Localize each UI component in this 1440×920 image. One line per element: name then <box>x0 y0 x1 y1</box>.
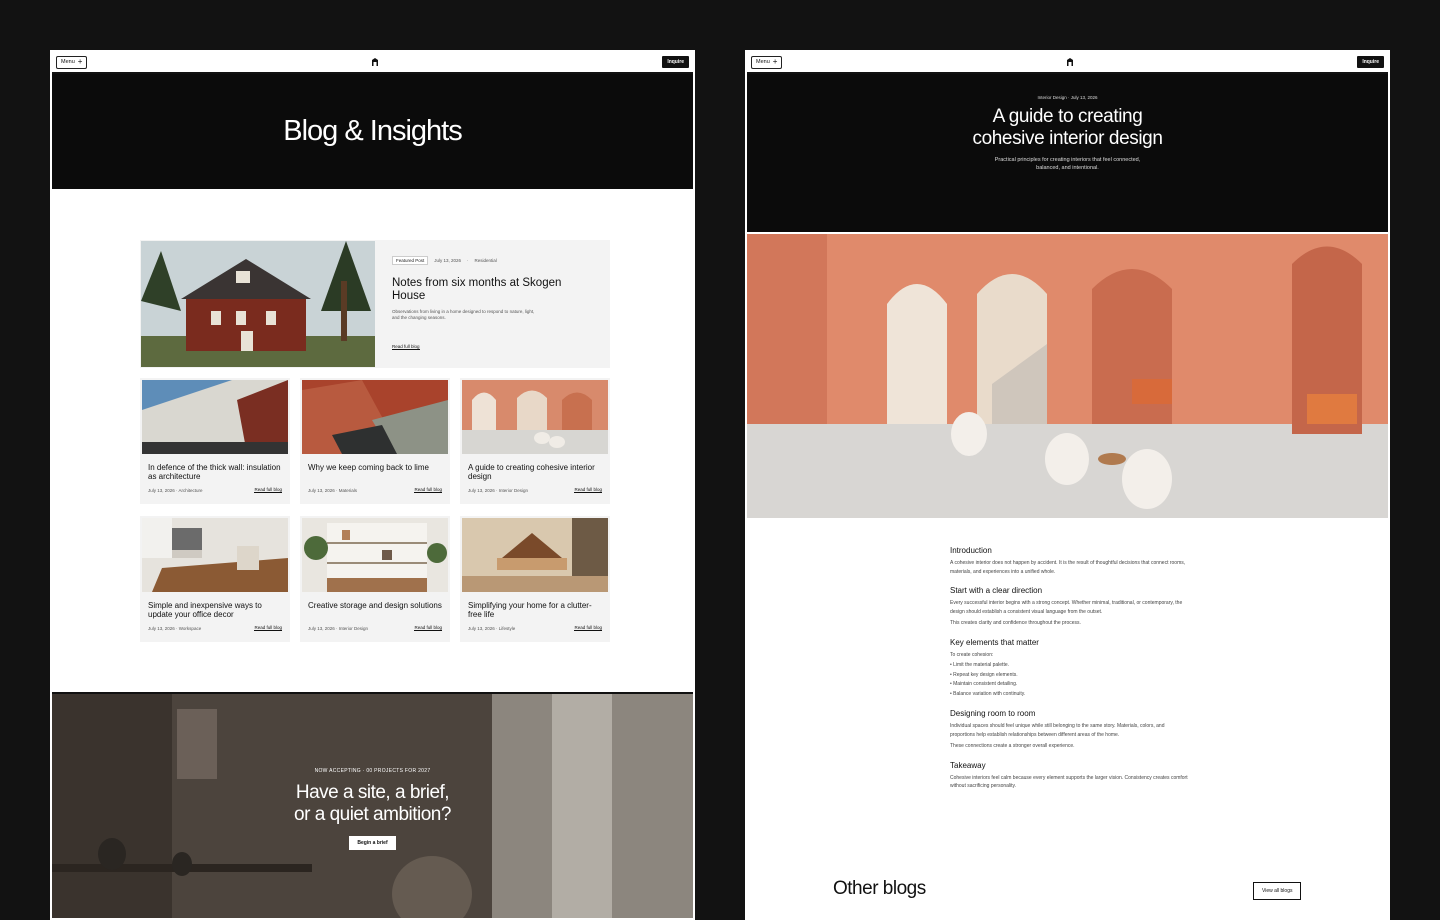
cta-title: Have a site, a brief, or a quiet ambition… <box>294 782 451 825</box>
menu-label: Menu <box>756 59 770 65</box>
key-elements-list: Limit the material palette. Repeat key d… <box>950 661 1190 699</box>
section-paragraph: These connections create a stronger over… <box>950 743 1075 749</box>
menu-button[interactable]: Menu + <box>751 55 783 69</box>
card-image[interactable] <box>142 518 288 592</box>
article-meta: Interior Design · July 13, 2026 <box>1037 95 1098 100</box>
section-paragraph: To create cohesion: <box>950 651 994 658</box>
featured-post[interactable]: Featured Post July 13, 2026 · Residentia… <box>140 240 610 368</box>
page-title: Blog & Insights <box>283 115 462 147</box>
card-title[interactable]: In defence of the thick wall: insulation… <box>140 454 290 487</box>
featured-badge: Featured Post <box>392 256 429 265</box>
featured-date: July 13, 2026 <box>434 258 462 263</box>
card-title[interactable]: Why we keep coming back to lime <box>300 454 450 487</box>
card-read-link[interactable]: Read full blog <box>414 625 442 631</box>
blog-card[interactable]: Why we keep coming back to lime July 13,… <box>300 378 450 504</box>
article-subtitle: Practical principles for creating interi… <box>994 157 1141 171</box>
logo-icon[interactable] <box>1065 57 1075 67</box>
card-meta: July 13, 2026 · Materials <box>308 487 358 493</box>
section-heading: Designing room to room <box>950 709 1036 718</box>
blog-card[interactable]: Simplifying your home for a clutter-free… <box>460 516 610 642</box>
begin-brief-button[interactable]: Begin a brief <box>349 836 396 850</box>
card-title[interactable]: Creative storage and design solutions <box>300 592 450 625</box>
list-item: Repeat key design elements. <box>950 671 1190 681</box>
card-read-link[interactable]: Read full blog <box>574 487 602 493</box>
card-read-link[interactable]: Read full blog <box>414 487 442 493</box>
inquire-button[interactable]: Inquire <box>1357 56 1384 68</box>
menu-button[interactable]: Menu + <box>56 55 88 69</box>
article-hero-image <box>747 234 1388 518</box>
card-meta: July 13, 2026 · Lifestyle <box>468 625 516 631</box>
blog-card[interactable]: In defence of the thick wall: insulation… <box>140 378 290 504</box>
cta-eyebrow: NOW ACCEPTING · 00 PROJECTS FOR 2027 <box>314 768 431 774</box>
blog-card[interactable]: Simple and inexpensive ways to update yo… <box>140 516 290 642</box>
logo-icon[interactable] <box>370 57 380 67</box>
blog-page-frame: Menu + Inquire Blog & Insights Featured … <box>50 50 695 920</box>
article-body: Introduction A cohesive interior does no… <box>950 546 1190 791</box>
card-image[interactable] <box>142 380 288 454</box>
cta-section: NOW ACCEPTING · 00 PROJECTS FOR 2027 Hav… <box>52 692 693 918</box>
blog-hero: Blog & Insights <box>52 74 693 189</box>
plus-icon: + <box>77 57 83 66</box>
list-item: Maintain consistent detailing. <box>950 680 1190 690</box>
plus-icon: + <box>772 57 778 66</box>
card-image[interactable] <box>462 380 608 454</box>
card-meta: July 13, 2026 · Workspace <box>148 625 202 631</box>
card-title[interactable]: Simplifying your home for a clutter-free… <box>460 592 610 625</box>
article-page-frame: Menu + Inquire Interior Design · July 13,… <box>745 50 1390 920</box>
blog-card[interactable]: A guide to creating cohesive interior de… <box>460 378 610 504</box>
list-item: Limit the material palette. <box>950 661 1190 671</box>
other-blogs-heading: Other blogs <box>833 878 926 899</box>
card-image[interactable] <box>302 518 448 592</box>
featured-excerpt: Observations from living in a home desig… <box>392 309 535 320</box>
featured-image[interactable] <box>141 241 375 367</box>
card-image[interactable] <box>462 518 608 592</box>
top-nav: Menu + Inquire <box>747 52 1388 74</box>
card-meta: July 13, 2026 · Interior Design <box>308 625 369 631</box>
featured-read-link[interactable]: Read full blog <box>392 344 420 350</box>
section-paragraph: Cohesive interiors feel calm because eve… <box>950 774 1188 790</box>
section-paragraph: A cohesive interior does not happen by a… <box>950 560 1186 575</box>
card-title[interactable]: A guide to creating cohesive interior de… <box>460 454 610 487</box>
featured-meta: Featured Post July 13, 2026 · Residentia… <box>392 256 594 265</box>
top-nav: Menu + Inquire <box>52 52 693 74</box>
article-title: A guide to creating cohesive interior des… <box>972 106 1163 149</box>
section-heading: Key elements that matter <box>950 637 1039 647</box>
section-heading: Introduction <box>950 546 992 555</box>
card-title[interactable]: Simple and inexpensive ways to update yo… <box>140 592 290 625</box>
featured-title[interactable]: Notes from six months at Skogen House <box>392 277 594 303</box>
card-meta: July 13, 2026 · Interior Design <box>468 487 529 493</box>
view-all-blogs-button[interactable]: View all blogs <box>1253 882 1302 900</box>
card-read-link[interactable]: Read full blog <box>254 625 282 631</box>
blog-card[interactable]: Creative storage and design solutions Ju… <box>300 516 450 642</box>
section-heading: Takeaway <box>950 760 986 770</box>
card-read-link[interactable]: Read full blog <box>574 625 602 631</box>
section-paragraph: This creates clarity and confidence thro… <box>950 620 1081 626</box>
section-paragraph: Every successful interior begins with a … <box>950 600 1183 615</box>
article-hero: Interior Design · July 13, 2026 A guide … <box>747 74 1388 232</box>
section-heading: Start with a clear direction <box>950 586 1043 595</box>
card-image[interactable] <box>302 380 448 454</box>
card-read-link[interactable]: Read full blog <box>254 487 282 493</box>
featured-category: Residential <box>474 258 497 263</box>
menu-label: Menu <box>61 59 75 65</box>
inquire-button[interactable]: Inquire <box>662 56 689 68</box>
list-item: Balance variation with continuity. <box>950 690 1190 700</box>
card-meta: July 13, 2026 · Architecture <box>148 487 203 493</box>
section-paragraph: Individual spaces should feel unique whi… <box>950 723 1165 738</box>
